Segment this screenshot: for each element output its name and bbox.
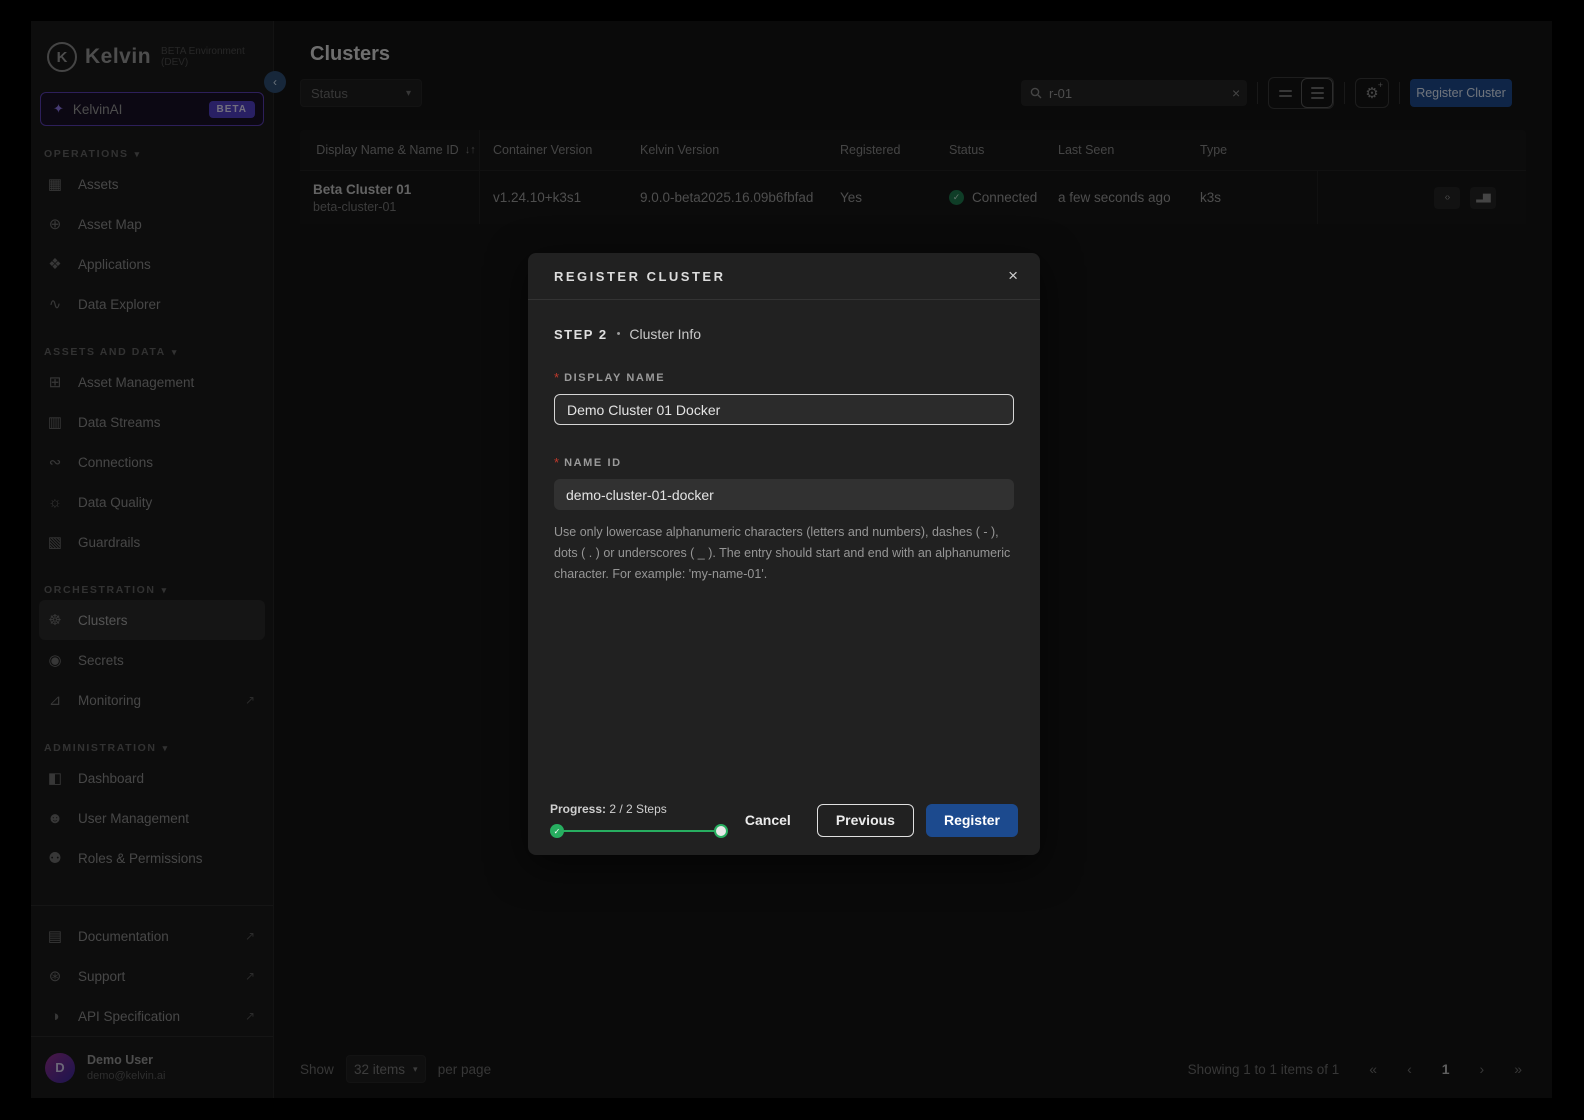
required-asterisk: * xyxy=(554,370,560,385)
progress-step-current-icon xyxy=(714,824,728,838)
required-asterisk: * xyxy=(554,455,560,470)
register-button[interactable]: Register xyxy=(925,803,1018,837)
cancel-button[interactable]: Cancel xyxy=(731,812,805,828)
step-name: Cluster Info xyxy=(629,326,702,342)
progress-line xyxy=(556,830,722,832)
progress-step-done-icon: ✓ xyxy=(550,824,564,838)
previous-button[interactable]: Previous xyxy=(816,803,914,837)
label-text: DISPLAY NAME xyxy=(564,371,666,384)
bullet-icon: • xyxy=(616,328,621,340)
modal-title: REGISTER CLUSTER xyxy=(554,268,726,284)
display-name-label: * DISPLAY NAME xyxy=(554,370,1014,385)
name-id-field[interactable] xyxy=(554,479,1014,510)
progress-bar: ✓ xyxy=(550,824,728,838)
register-cluster-modal: REGISTER CLUSTER × STEP 2 • Cluster Info… xyxy=(528,253,1040,855)
name-id-help-text: Use only lowercase alphanumeric characte… xyxy=(554,525,1011,581)
step-label: STEP 2 xyxy=(554,326,608,342)
modal-body: STEP 2 • Cluster Info * DISPLAY NAME * N… xyxy=(528,300,1040,785)
progress-steps: 2 / 2 Steps xyxy=(609,802,667,816)
close-icon[interactable]: × xyxy=(1008,266,1018,286)
label-text: NAME ID xyxy=(564,456,622,469)
display-name-field[interactable] xyxy=(554,394,1014,425)
progress-label: Progress: 2 / 2 Steps xyxy=(550,802,731,816)
modal-header: REGISTER CLUSTER × xyxy=(528,253,1040,300)
name-id-label: * NAME ID xyxy=(554,455,1014,470)
app-window: K Kelvin BETA Environment (DEV) ✦ Kelvin… xyxy=(31,21,1552,1098)
step-indicator: STEP 2 • Cluster Info xyxy=(554,326,1014,342)
progress-title: Progress: xyxy=(550,802,607,816)
modal-footer: Progress: 2 / 2 Steps ✓ Cancel Previous … xyxy=(528,785,1040,855)
progress-indicator: Progress: 2 / 2 Steps ✓ xyxy=(550,802,731,838)
